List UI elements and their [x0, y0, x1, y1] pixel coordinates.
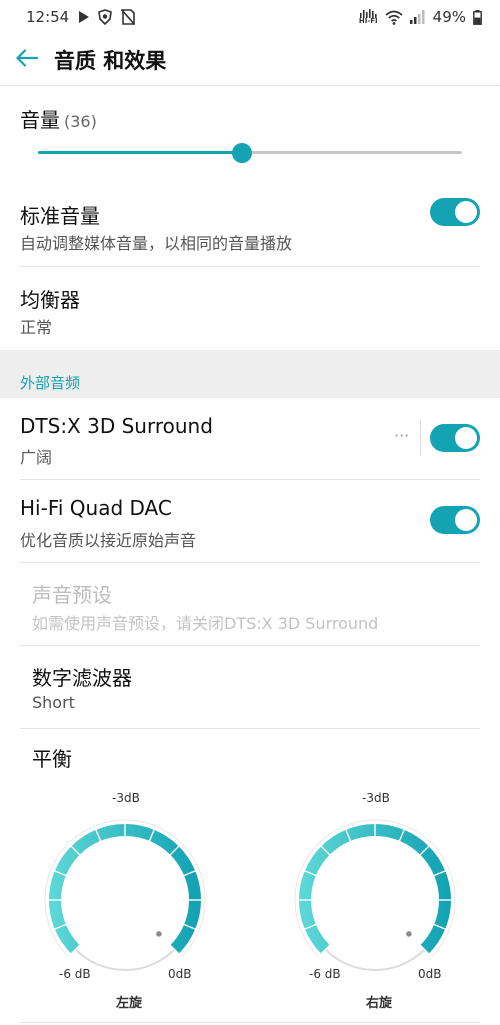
knob-name: 左旋 — [116, 996, 143, 1011]
standard-volume-row[interactable]: 标准音量 自动调整媒体音量，以相同的音量播放 — [0, 190, 500, 266]
status-bar: 12:54 HI-FI 49% — [0, 0, 500, 34]
dial-indicator-dot — [406, 931, 412, 937]
hifi-dac-title: Hi-Fi Quad DAC — [20, 496, 172, 520]
volume-value: (36) — [64, 112, 97, 131]
toggle-knob — [455, 427, 477, 449]
knob-top-label: -3dB — [112, 791, 140, 805]
hifi-dac-subtitle: 优化音质以接近原始声音 — [20, 531, 197, 550]
page-title: 音质 和效果 — [54, 48, 167, 73]
knob-max-label: 0dB — [168, 967, 192, 981]
volume-title: 音量 — [20, 108, 60, 132]
shield-notification-icon — [98, 9, 113, 25]
divider — [20, 266, 480, 267]
equalizer-row[interactable]: 均衡器 正常 — [0, 272, 500, 348]
knob-name: 右旋 — [366, 996, 393, 1011]
dts-subtitle: 广阔 — [20, 448, 53, 467]
volume-slider-fill — [38, 151, 242, 154]
dial-indicator-dot — [156, 931, 162, 937]
section-header-external-audio: 外部音频 — [0, 350, 500, 398]
toggle-knob — [455, 509, 477, 531]
dts-title: DTS:X 3D Surround — [20, 414, 213, 438]
toggle-knob — [455, 201, 477, 223]
dial-track-active — [49, 824, 201, 954]
hifi-dac-row[interactable]: Hi-Fi Quad DAC 优化音质以接近原始声音 — [0, 480, 500, 562]
standard-volume-subtitle: 自动调整媒体音量，以相同的音量播放 — [20, 234, 293, 253]
dial-track-active — [299, 824, 451, 954]
back-arrow-icon — [16, 48, 39, 71]
play-notification-icon — [78, 11, 90, 23]
digital-filter-title: 数字滤波器 — [32, 666, 132, 690]
digital-filter-subtitle: Short — [32, 693, 75, 712]
app-bar: 音质 和效果 — [0, 34, 500, 86]
dts-toggle[interactable] — [430, 424, 480, 452]
signal-icon — [409, 10, 426, 24]
vertical-separator — [420, 420, 421, 456]
equalizer-title: 均衡器 — [20, 288, 80, 312]
standard-volume-toggle[interactable] — [430, 198, 480, 226]
volume-slider-thumb[interactable] — [231, 143, 252, 163]
dts-more-button[interactable]: ··· — [394, 426, 409, 445]
dts-row[interactable]: DTS:X 3D Surround 广阔 ··· — [0, 398, 500, 478]
hifi-dac-icon: HI-FI — [359, 9, 378, 25]
balance-row: 平衡 — [0, 729, 500, 779]
equalizer-subtitle: 正常 — [20, 318, 53, 337]
status-time: 12:54 — [26, 8, 70, 26]
balance-knob-left[interactable]: -3dB -6 dB 0dB 左旋 — [25, 785, 225, 1015]
knob-max-label: 0dB — [418, 967, 442, 981]
balance-dial-left — [44, 819, 206, 972]
section-title: 外部音频 — [20, 374, 81, 392]
knob-min-label: -6 dB — [309, 967, 341, 981]
knob-top-label: -3dB — [362, 791, 390, 805]
sound-preset-row: 声音预设 如需使用声音预设，请关闭DTS:X 3D Surround — [0, 563, 500, 645]
volume-slider[interactable] — [38, 140, 462, 166]
sound-preset-title: 声音预设 — [32, 583, 112, 607]
volume-label: 音量 (36) — [20, 104, 97, 133]
sound-preset-subtitle: 如需使用声音预设，请关闭DTS:X 3D Surround — [32, 614, 379, 633]
hifi-dac-toggle[interactable] — [430, 506, 480, 534]
battery-icon — [473, 9, 482, 25]
digital-filter-row[interactable]: 数字滤波器 Short — [0, 646, 500, 728]
wifi-icon — [385, 10, 403, 25]
balance-dial-right — [294, 819, 456, 972]
battery-percent: 49% — [432, 8, 466, 26]
balance-knob-right[interactable]: -3dB -6 dB 0dB 右旋 — [275, 785, 475, 1015]
knob-min-label: -6 dB — [59, 967, 91, 981]
divider — [20, 1022, 480, 1023]
balance-title: 平衡 — [32, 747, 72, 771]
hifi-label: HI-FI — [358, 17, 378, 25]
sim-off-icon — [121, 9, 136, 25]
back-button[interactable] — [0, 34, 54, 86]
standard-volume-title: 标准音量 — [20, 204, 100, 228]
